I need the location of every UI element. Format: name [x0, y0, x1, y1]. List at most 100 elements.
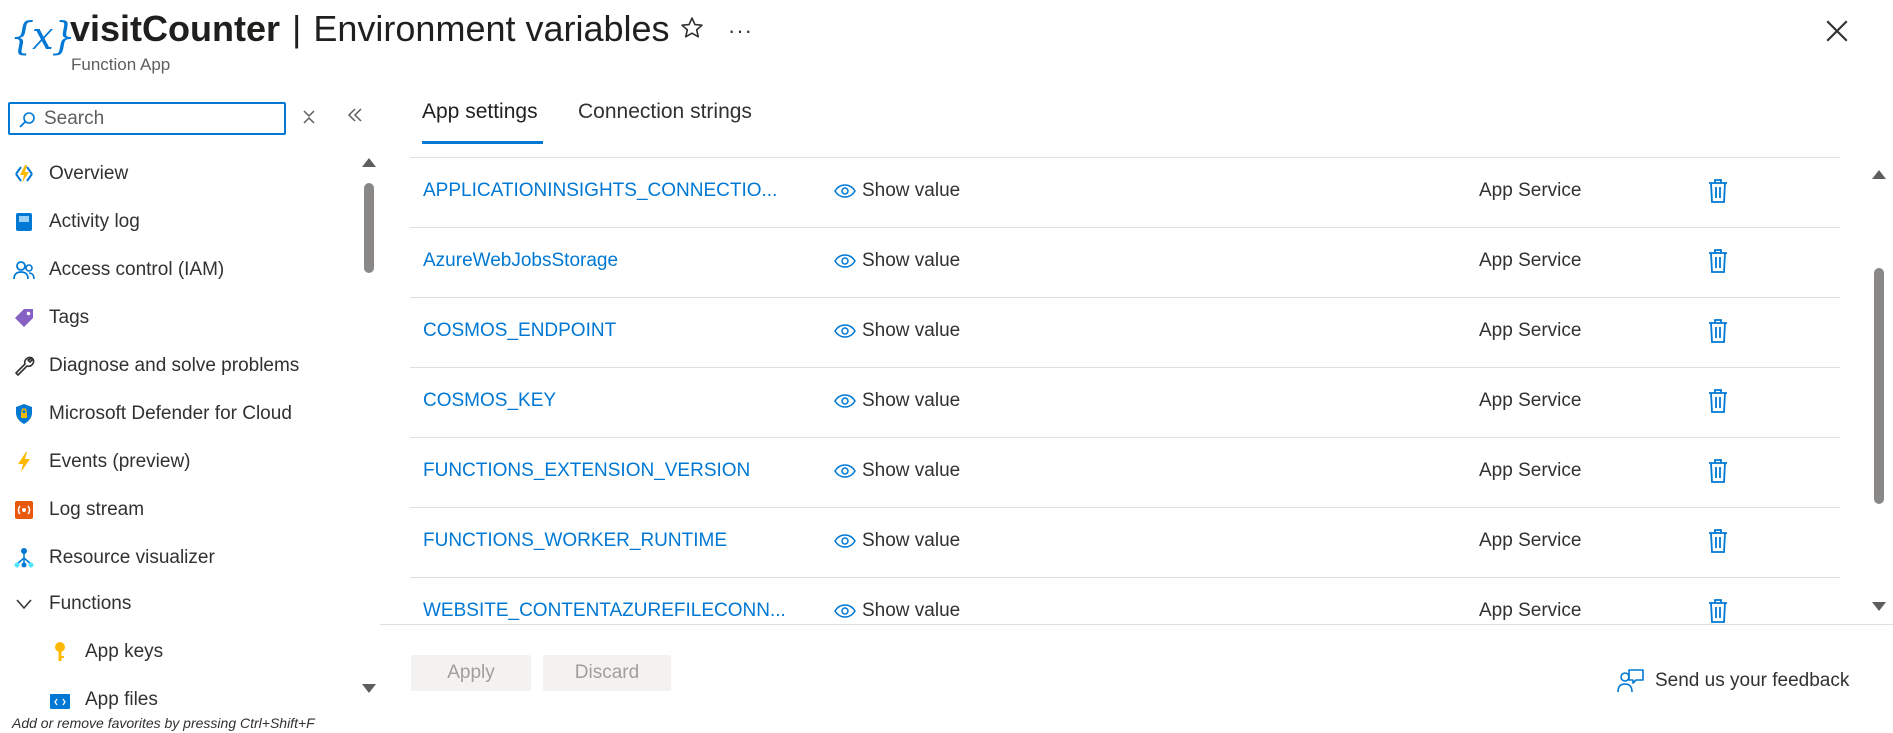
- sidebar-item-label: Tags: [49, 307, 90, 328]
- setting-source: App Service: [1479, 530, 1582, 551]
- sidebar-item-activity-log[interactable]: Activity log: [0, 200, 355, 244]
- trash-icon[interactable]: [1707, 458, 1729, 484]
- shield-icon: [12, 402, 36, 426]
- sidebar-item-defender[interactable]: Microsoft Defender for Cloud: [0, 392, 355, 436]
- eye-icon: [834, 534, 856, 548]
- resource-visualizer-icon: [12, 546, 36, 570]
- send-feedback-link[interactable]: Send us your feedback: [1617, 668, 1849, 694]
- sidebar-group-functions[interactable]: Functions: [0, 582, 355, 626]
- favorites-hint: Add or remove favorites by pressing Ctrl…: [12, 715, 315, 731]
- table-row: FUNCTIONS_WORKER_RUNTIME Show value App …: [410, 507, 1840, 578]
- show-value-button[interactable]: Show value: [834, 390, 960, 412]
- people-icon: [12, 258, 36, 282]
- search-icon: [19, 112, 35, 128]
- sidebar-item-label: App files: [85, 689, 158, 710]
- search-box[interactable]: [8, 102, 286, 135]
- close-icon[interactable]: [1824, 18, 1850, 44]
- activity-log-icon: [12, 210, 36, 234]
- show-value-button[interactable]: Show value: [834, 600, 960, 622]
- show-value-label: Show value: [862, 530, 961, 551]
- code-file-icon: [48, 688, 72, 712]
- show-value-label: Show value: [862, 250, 961, 271]
- sidebar-item-tags[interactable]: Tags: [0, 296, 355, 340]
- tab-connection-strings[interactable]: Connection strings: [578, 100, 752, 124]
- sidebar-item-events[interactable]: Events (preview): [0, 440, 355, 484]
- clear-search-icon[interactable]: [302, 109, 316, 125]
- app-settings-grid: APPLICATIONINSIGHTS_CONNECTIO... Show va…: [410, 157, 1840, 625]
- show-value-button[interactable]: Show value: [834, 180, 960, 202]
- setting-source: App Service: [1479, 600, 1582, 621]
- show-value-button[interactable]: Show value: [834, 320, 960, 342]
- show-value-label: Show value: [862, 390, 961, 411]
- setting-name-link[interactable]: COSMOS_KEY: [423, 390, 556, 412]
- trash-icon[interactable]: [1707, 598, 1729, 624]
- trash-icon[interactable]: [1707, 248, 1729, 274]
- log-stream-icon: [12, 498, 36, 522]
- sidebar-item-app-keys[interactable]: App keys: [0, 630, 355, 674]
- show-value-button[interactable]: Show value: [834, 250, 960, 272]
- active-tab-indicator: [422, 141, 543, 144]
- sidebar-menu: Overview Activity log Access control (IA…: [0, 152, 360, 712]
- sidebar-item-label: Log stream: [49, 499, 145, 520]
- eye-icon: [834, 184, 856, 198]
- sidebar-item-log-stream[interactable]: Log stream: [0, 488, 355, 532]
- resource-name: visitCounter: [70, 8, 281, 49]
- feedback-icon: [1617, 669, 1644, 693]
- tag-icon: [12, 306, 36, 330]
- setting-name-link[interactable]: AzureWebJobsStorage: [423, 250, 618, 272]
- sidebar-scroll-up-icon[interactable]: [362, 158, 376, 167]
- setting-source: App Service: [1479, 320, 1582, 341]
- title-separator: |: [292, 8, 302, 49]
- grid-scroll-up-icon[interactable]: [1872, 170, 1886, 179]
- sidebar-item-label: Overview: [49, 163, 129, 184]
- table-row: WEBSITE_CONTENTAZUREFILECONN... Show val…: [410, 577, 1840, 625]
- trash-icon[interactable]: [1707, 318, 1729, 344]
- more-options-icon[interactable]: ···: [728, 18, 753, 44]
- setting-source: App Service: [1479, 250, 1582, 271]
- setting-name-link[interactable]: FUNCTIONS_WORKER_RUNTIME: [423, 530, 727, 552]
- star-favorite-icon[interactable]: [679, 15, 705, 41]
- chevron-down-icon: [12, 592, 36, 616]
- show-value-label: Show value: [862, 320, 961, 341]
- sidebar-item-overview[interactable]: Overview: [0, 152, 355, 196]
- show-value-button[interactable]: Show value: [834, 530, 960, 552]
- search-input[interactable]: [44, 107, 274, 131]
- blade-header: {x} visitCounter | Environment variables…: [0, 0, 1893, 90]
- sidebar-item-resource-visualizer[interactable]: Resource visualizer: [0, 536, 355, 580]
- show-value-button[interactable]: Show value: [834, 460, 960, 482]
- setting-name-link[interactable]: FUNCTIONS_EXTENSION_VERSION: [423, 460, 750, 482]
- sidebar-item-label: Activity log: [49, 211, 140, 232]
- sidebar-item-diagnose[interactable]: Diagnose and solve problems: [0, 344, 355, 388]
- setting-name-link[interactable]: COSMOS_ENDPOINT: [423, 320, 616, 342]
- trash-icon[interactable]: [1707, 178, 1729, 204]
- sidebar-item-label: Resource visualizer: [49, 547, 215, 568]
- feedback-label: Send us your feedback: [1655, 670, 1850, 691]
- collapse-menu-icon[interactable]: [347, 107, 363, 123]
- lightning-overview-icon: [12, 162, 36, 186]
- sidebar-scroll-down-icon[interactable]: [362, 684, 376, 693]
- lightning-icon: [12, 450, 36, 474]
- tab-app-settings[interactable]: App settings: [422, 100, 538, 124]
- eye-icon: [834, 254, 856, 268]
- sidebar-item-access-control[interactable]: Access control (IAM): [0, 248, 355, 292]
- table-row: FUNCTIONS_EXTENSION_VERSION Show value A…: [410, 437, 1840, 508]
- grid-scrollbar-thumb[interactable]: [1874, 268, 1884, 504]
- discard-button[interactable]: Discard: [543, 655, 671, 691]
- setting-source: App Service: [1479, 390, 1582, 411]
- grid-scroll-down-icon[interactable]: [1872, 602, 1886, 611]
- sidebar-item-label: Microsoft Defender for Cloud: [49, 403, 292, 424]
- sidebar-item-app-files[interactable]: App files: [0, 678, 355, 712]
- sidebar-item-label: Diagnose and solve problems: [49, 355, 300, 376]
- apply-button[interactable]: Apply: [411, 655, 531, 691]
- trash-icon[interactable]: [1707, 388, 1729, 414]
- resource-type: Function App: [71, 55, 171, 74]
- trash-icon[interactable]: [1707, 528, 1729, 554]
- wrench-icon: [12, 354, 36, 378]
- setting-source: App Service: [1479, 180, 1582, 201]
- show-value-label: Show value: [862, 460, 961, 481]
- table-row: APPLICATIONINSIGHTS_CONNECTIO... Show va…: [410, 157, 1840, 228]
- sidebar-scrollbar-thumb[interactable]: [364, 183, 374, 273]
- show-value-label: Show value: [862, 600, 961, 621]
- setting-name-link[interactable]: APPLICATIONINSIGHTS_CONNECTIO...: [423, 180, 777, 202]
- setting-name-link[interactable]: WEBSITE_CONTENTAZUREFILECONN...: [423, 600, 786, 622]
